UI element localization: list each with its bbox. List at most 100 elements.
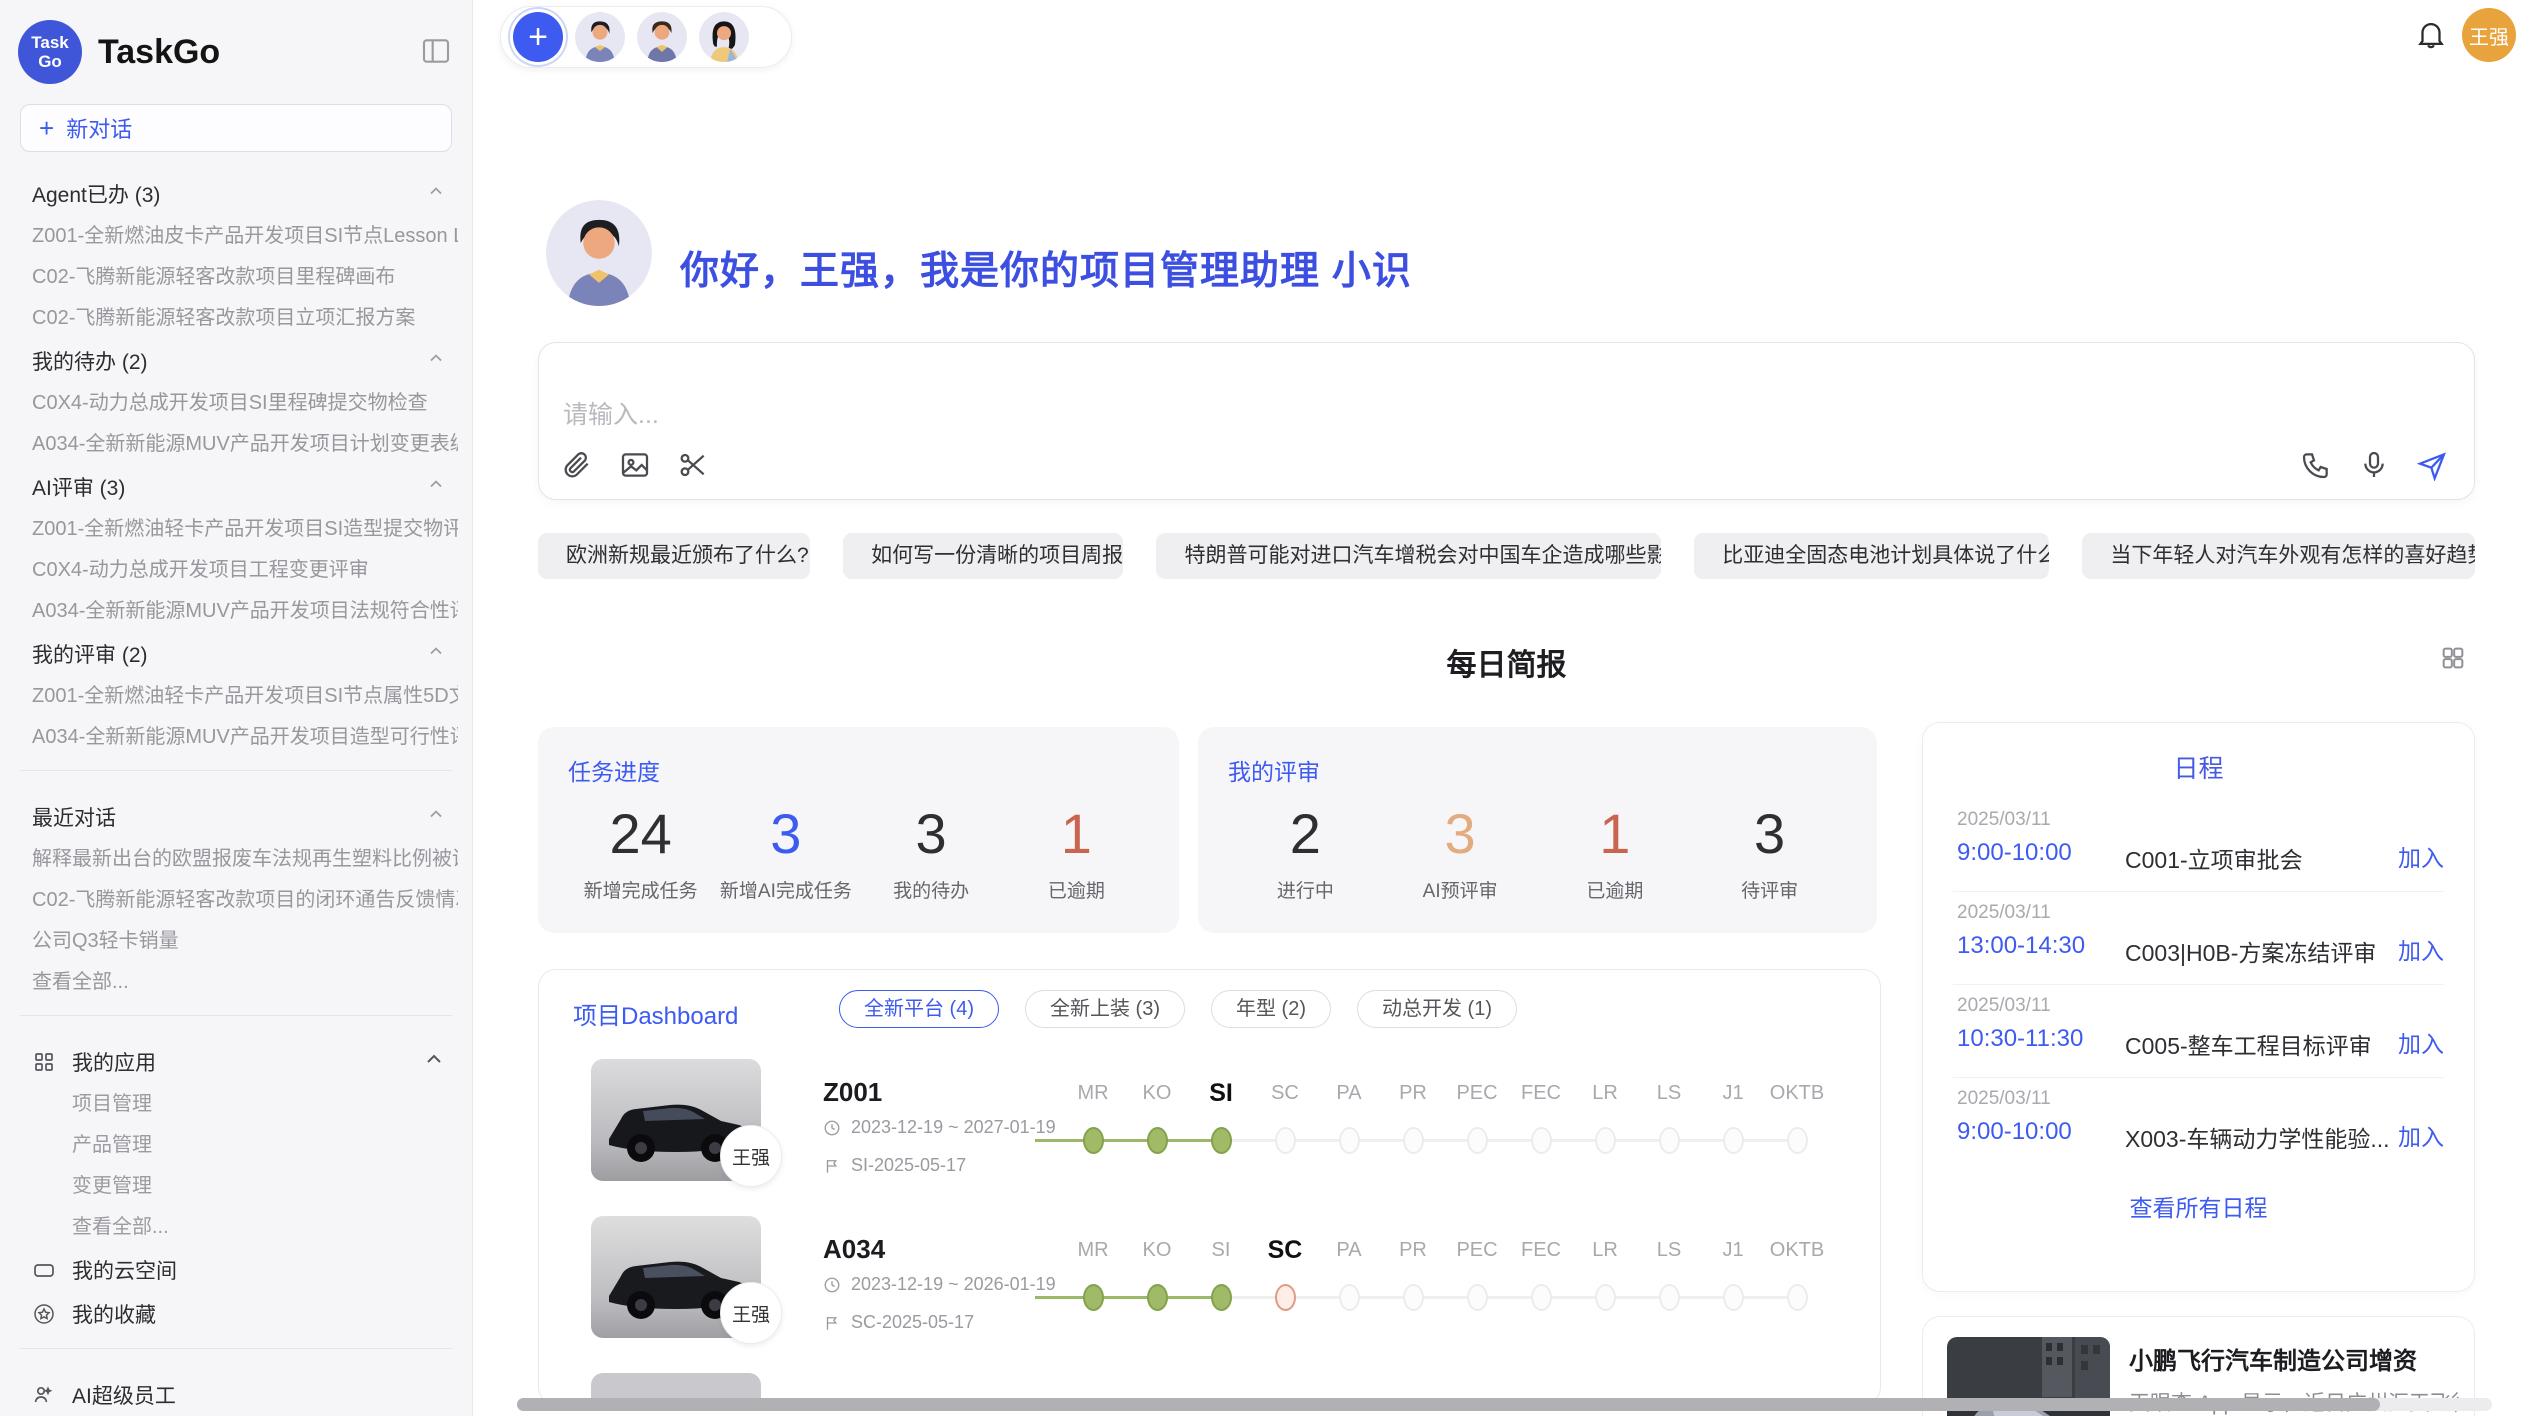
suggestion-chip[interactable]: 特朗普可能对进口汽车增税会对中国车企造成哪些影响 <box>1156 533 1661 579</box>
notifications-bell-icon[interactable] <box>2410 14 2452 56</box>
milestone-label: J1 <box>1701 1075 1765 1111</box>
suggestion-chip[interactable]: 欧洲新规最近颁布了什么? <box>538 533 810 579</box>
list-item[interactable]: C0X4-动力总成开发项目SI里程碑提交物检查 <box>32 383 458 424</box>
project-flag-milestone: SI-2025-05-17 <box>823 1155 966 1176</box>
add-session-button[interactable]: + <box>513 12 563 62</box>
image-icon[interactable] <box>619 449 651 483</box>
microphone-icon[interactable] <box>2358 449 2390 483</box>
suggestion-chip[interactable]: 比亚迪全固态电池计划具体说了什么 <box>1694 533 2049 579</box>
phone-call-icon[interactable] <box>2300 449 2332 483</box>
project-row[interactable]: 王强 A034 2023-12-19 ~ 2026-01-19 SC-2025-… <box>539 1216 1880 1373</box>
logo-line1: Task <box>31 33 69 52</box>
user-avatar[interactable]: 王强 <box>2462 8 2516 62</box>
card-title: 我的评审 <box>1228 753 1847 787</box>
join-meeting-button[interactable]: 加入 <box>2398 1025 2444 1059</box>
sidebar-item-ai-super-staff[interactable]: AI超级员工 <box>32 1373 458 1416</box>
schedule-date: 2025/03/11 <box>1957 902 2051 924</box>
plus-icon: + <box>39 115 54 141</box>
list-item[interactable]: C02-飞腾新能源轻客改款项目的闭环通告反馈情况 <box>32 880 458 921</box>
recent-chats: 最近对话 解释最新出台的欧盟报废车法规再生塑料比例被调至15%... C02-飞… <box>0 781 472 1003</box>
list-item[interactable]: Z001-全新燃油轻卡产品开发项目SI节点属性5D文件评审 <box>32 676 458 717</box>
list-item[interactable]: 解释最新出台的欧盟报废车法规再生塑料比例被调至15%... <box>32 839 458 880</box>
milestone-label: MR <box>1061 1075 1125 1111</box>
milestone-label: SC <box>1253 1075 1317 1111</box>
session-avatar[interactable] <box>699 12 749 62</box>
list-item[interactable]: Z001-全新燃油轻卡产品开发项目SI造型提交物评审 <box>32 509 458 550</box>
sidebar-item-product-mgmt[interactable]: 产品管理 <box>32 1125 458 1166</box>
milestone-node <box>1787 1284 1808 1311</box>
chevron-up-icon <box>422 1047 446 1077</box>
project-flag-milestone: SC-2025-05-17 <box>823 1312 974 1333</box>
milestone-node <box>1083 1127 1104 1154</box>
paperclip-icon[interactable] <box>561 449 593 483</box>
milestone-label: PEC <box>1445 1232 1509 1268</box>
send-icon[interactable] <box>2416 449 2448 483</box>
milestone-label: KO <box>1125 1075 1189 1111</box>
cloud-space-icon <box>32 1258 56 1282</box>
section-recent-chats[interactable]: 最近对话 <box>32 795 458 839</box>
list-item[interactable]: C0X4-动力总成开发项目工程变更评审 <box>32 550 458 591</box>
layout-grid-icon[interactable] <box>2439 644 2467 675</box>
view-all-apps[interactable]: 查看全部... <box>32 1207 458 1248</box>
new-chat-label: 新对话 <box>66 112 132 144</box>
milestone-label: PA <box>1317 1232 1381 1268</box>
view-all-schedule-link[interactable]: 查看所有日程 <box>2130 1189 2268 1223</box>
milestone-node <box>1659 1127 1680 1154</box>
session-avatar[interactable] <box>575 12 625 62</box>
milestone-label: SI <box>1189 1232 1253 1268</box>
horizontal-scrollbar[interactable] <box>517 1398 2380 1411</box>
section-my-review[interactable]: 我的评审 (2) <box>32 632 458 676</box>
milestone-node <box>1659 1284 1680 1311</box>
news-title: 小鹏飞行汽车制造公司增资 <box>2129 1341 2417 1376</box>
app-window: Task Go TaskGo + 新对话 Agent已办 (3) Z001-全新… <box>0 0 2532 1416</box>
briefing-title: 每日简报 <box>1447 640 1567 684</box>
list-item[interactable]: Z001-全新燃油皮卡产品开发项目SI节点Lesson Learn报告 <box>32 216 458 257</box>
list-item[interactable]: A034-全新新能源MUV产品开发项目计划变更表编写 <box>32 424 458 465</box>
list-item[interactable]: C02-飞腾新能源轻客改款项目里程碑画布 <box>32 257 458 298</box>
new-chat-button[interactable]: + 新对话 <box>20 104 452 152</box>
sidebar-item-change-mgmt[interactable]: 变更管理 <box>32 1166 458 1207</box>
milestone-node <box>1723 1127 1744 1154</box>
scissors-icon[interactable] <box>677 449 709 483</box>
section-ai-review[interactable]: AI评审 (3) <box>32 465 458 509</box>
sidebar-collapse-icon[interactable] <box>420 35 452 70</box>
section-my-todo[interactable]: 我的待办 (2) <box>32 339 458 383</box>
my-review-card: 我的评审 2 进行中 3 AI预评审 1 已逾期 3 待评审 <box>1198 727 1877 933</box>
list-item[interactable]: 公司Q3轻卡销量 <box>32 921 458 962</box>
suggestion-chip[interactable]: 当下年轻人对汽车外观有怎样的喜好趋势 <box>2082 533 2475 579</box>
milestone-node <box>1147 1127 1168 1154</box>
list-item[interactable]: A034-全新新能源MUV产品开发项目法规符合性评审 <box>32 591 458 632</box>
sidebar-item-project-mgmt[interactable]: 项目管理 <box>32 1084 458 1125</box>
chat-input[interactable] <box>563 395 2063 445</box>
milestone-label: PA <box>1317 1075 1381 1111</box>
join-meeting-button[interactable]: 加入 <box>2398 1118 2444 1152</box>
schedule-meeting-title: C005-整车工程目标评审 <box>2125 1027 2405 1061</box>
milestone-node <box>1339 1284 1360 1311</box>
project-name: Z001 <box>823 1077 882 1108</box>
milestone-node <box>1467 1284 1488 1311</box>
milestone-node-alert <box>1275 1284 1296 1311</box>
suggestion-chip[interactable]: 如何写一份清晰的项目周报 <box>843 533 1123 579</box>
tab-year-model[interactable]: 年型 (2) <box>1211 990 1331 1028</box>
session-avatar[interactable] <box>637 12 687 62</box>
schedule-title: 日程 <box>1923 723 2474 785</box>
tab-new-body[interactable]: 全新上装 (3) <box>1025 990 1185 1028</box>
schedule-meeting-title: C001-立项审批会 <box>2125 841 2405 875</box>
sidebar-item-my-apps[interactable]: 我的应用 <box>32 1040 458 1084</box>
join-meeting-button[interactable]: 加入 <box>2398 839 2444 873</box>
sidebar-item-cloud-space[interactable]: 我的云空间 <box>32 1248 458 1292</box>
sidebar: Task Go TaskGo + 新对话 Agent已办 (3) Z001-全新… <box>0 0 473 1416</box>
view-all-chats[interactable]: 查看全部... <box>32 962 458 1003</box>
schedule-date: 2025/03/11 <box>1957 995 2051 1017</box>
assistant-avatar <box>546 200 652 306</box>
milestone-label: J1 <box>1701 1232 1765 1268</box>
sidebar-item-favorites[interactable]: 我的收藏 <box>32 1292 458 1336</box>
list-item[interactable]: A034-全新新能源MUV产品开发项目造型可行性评审 <box>32 717 458 758</box>
list-item[interactable]: C02-飞腾新能源轻客改款项目立项汇报方案 <box>32 298 458 339</box>
section-agent-done[interactable]: Agent已办 (3) <box>32 172 458 216</box>
join-meeting-button[interactable]: 加入 <box>2398 932 2444 966</box>
tab-powertrain[interactable]: 动总开发 (1) <box>1357 990 1517 1028</box>
project-row[interactable]: 王强 Z001 2023-12-19 ~ 2027-01-19 SI-2025-… <box>539 1059 1880 1216</box>
tab-new-platform[interactable]: 全新平台 (4) <box>839 990 999 1028</box>
milestone-node <box>1275 1127 1296 1154</box>
